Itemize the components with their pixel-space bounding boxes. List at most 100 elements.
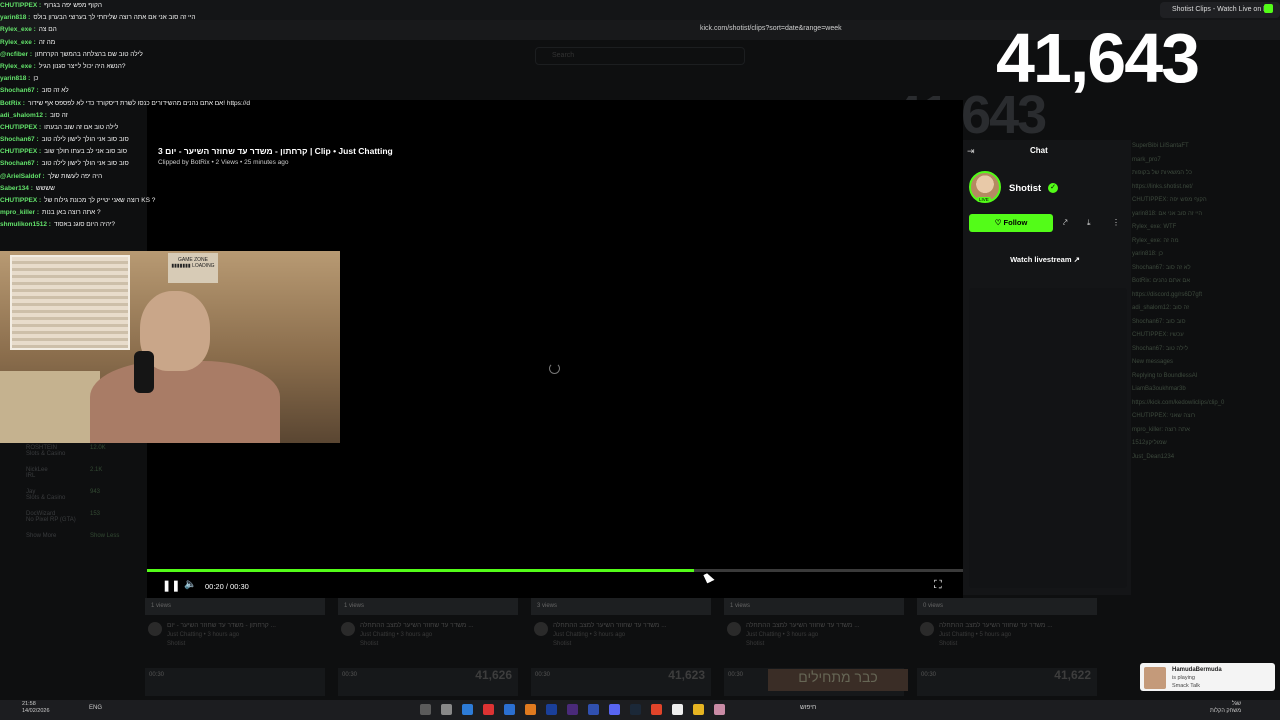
app-icon[interactable] xyxy=(714,704,725,715)
app-icon[interactable] xyxy=(462,704,473,715)
clip-thumbnail[interactable] xyxy=(917,598,1097,615)
address-bar-url[interactable]: kick.com/shotist/clips?sort=date&range=w… xyxy=(700,25,940,32)
chat-username[interactable]: @ncfiber : xyxy=(0,51,32,58)
channel-viewers: 943 xyxy=(90,489,101,495)
clip-thumbnail[interactable] xyxy=(145,598,325,615)
lower-clip-thumbnail[interactable]: 00:30 41,622 xyxy=(917,668,1097,696)
fullscreen-icon[interactable]: ⛶ xyxy=(934,579,948,593)
app-icon[interactable] xyxy=(567,704,578,715)
app-icon[interactable] xyxy=(504,704,515,715)
chat-username[interactable]: CHUTIPPEX : xyxy=(0,197,41,204)
chat-username[interactable]: Shochan67 : xyxy=(0,136,39,143)
background-chat-line: CHUTIPPEX: הקוף מפש יפה xyxy=(1132,197,1207,203)
recommended-channel[interactable]: DocWizard No Pixel RP (GTA) 153 xyxy=(0,511,140,533)
chat-username[interactable]: yarin818 : xyxy=(0,14,30,21)
chat-username[interactable]: Shochan67 : xyxy=(0,87,39,94)
chat-username[interactable]: Saber134 : xyxy=(0,185,33,192)
clip-card-author[interactable]: Shotist xyxy=(746,641,764,647)
app-icon[interactable] xyxy=(672,704,683,715)
chat-username[interactable]: Rylex_exe : xyxy=(0,63,36,70)
clip-card-title[interactable]: קרחתון - משדר עד שחוזר השיער - יום ... xyxy=(167,622,317,629)
chat-username[interactable]: @ArielSaldof : xyxy=(0,173,45,180)
chat-username[interactable]: Shochan67 : xyxy=(0,160,39,167)
chat-text: סוב סוב אני לב בעתו חולך שוב xyxy=(44,148,127,156)
taskbar-clock[interactable]: 21:58 14/02/2026 xyxy=(22,701,50,715)
clip-views: 3 views xyxy=(537,603,558,609)
clip-card-author[interactable]: Shotist xyxy=(939,641,957,647)
taskbar-icons xyxy=(420,702,860,716)
discord-icon[interactable] xyxy=(609,704,620,715)
chat-username[interactable]: shmulikon1512 : xyxy=(0,221,51,228)
recommended-channel[interactable]: NickLee IRL 2.1K xyxy=(0,467,140,489)
pause-icon[interactable]: ❚❚ xyxy=(162,579,180,593)
channel-name: Show More xyxy=(26,533,57,539)
clip-thumbnail[interactable] xyxy=(531,598,711,615)
recommended-channel[interactable]: Jay Slots & Casino 943 xyxy=(0,489,140,511)
channel-viewers: Show Less xyxy=(90,533,120,539)
language-indicator[interactable]: ENG xyxy=(89,705,102,711)
download-icon[interactable]: ⤓ xyxy=(1087,218,1091,228)
clock-date: 14/02/2026 xyxy=(22,708,50,714)
chat-username[interactable]: BotRix : xyxy=(0,100,25,107)
volume-icon[interactable]: 🔈 xyxy=(184,579,198,593)
site-search-input[interactable]: Search xyxy=(535,47,745,65)
follow-button[interactable]: ♡ Follow xyxy=(969,214,1053,232)
chat-username[interactable]: Rylex_exe : xyxy=(0,26,36,33)
clip-card-author[interactable]: Shotist xyxy=(553,641,571,647)
channel-category: IRL xyxy=(26,473,36,479)
app-icon[interactable] xyxy=(546,704,557,715)
app-icon[interactable] xyxy=(420,704,431,715)
background-chat-line: CHUTIPPEX: עכשיו xyxy=(1132,332,1184,338)
share-icon[interactable]: ⤤ xyxy=(1063,218,1068,228)
clip-card-title[interactable]: משדר עד שחוזר השיער למצב ההתחלה ... xyxy=(360,622,510,629)
background-chat-line: mpro_killer: אתה רוצה xyxy=(1132,426,1190,433)
collapse-chat-icon[interactable]: ⇥ xyxy=(967,146,975,157)
clip-card-title[interactable]: משדר עד שחוזר השיער למצב ההתחלה ... xyxy=(939,622,1089,629)
recommended-channel[interactable]: Show More Show Less xyxy=(0,533,140,555)
chat-text: לילה טוב אם זה שוב הבעתו xyxy=(44,123,119,131)
progress-fill xyxy=(147,569,694,572)
clip-duration: 00:30 xyxy=(921,672,937,678)
folder-icon[interactable] xyxy=(693,704,704,715)
background-chat-line: mark_pro7 xyxy=(1132,156,1161,163)
streamer-name[interactable]: Shotist xyxy=(1009,183,1041,194)
clip-card-title[interactable]: משדר עד שחוזר השיער למצב ההתחלה ... xyxy=(553,622,703,629)
lower-clip-thumbnail[interactable]: 00:30 41,623 xyxy=(531,668,711,696)
thumbnail-viewer-count: 41,623 xyxy=(668,668,705,682)
chat-username[interactable]: yarin818 : xyxy=(0,75,30,82)
side-panel-body xyxy=(969,288,1127,588)
taskbar-search[interactable]: חיפוש xyxy=(800,704,816,711)
more-options-icon[interactable]: ⋮ xyxy=(1112,218,1120,227)
thumbnail-viewer-count: 41,622 xyxy=(1054,668,1091,682)
clip-duration: 00:30 xyxy=(535,672,551,678)
clip-card-title[interactable]: משדר עד שחוזר השיער למצב ההתחלה ... xyxy=(746,622,896,629)
clip-thumbnail[interactable] xyxy=(338,598,518,615)
chat-username[interactable]: adi_shalom12 : xyxy=(0,112,47,119)
app-icon[interactable] xyxy=(441,704,452,715)
chat-username[interactable]: Rylex_exe : xyxy=(0,39,36,46)
brave-icon[interactable] xyxy=(651,704,662,715)
clip-thumbnail[interactable] xyxy=(724,598,904,615)
lower-clip-thumbnail[interactable]: 00:30 xyxy=(145,668,325,696)
chat-username[interactable]: CHUTIPPEX : xyxy=(0,2,41,9)
recommended-channel[interactable]: ROSHTEIN Slots & Casino 12.0K xyxy=(0,445,140,467)
background-chat-line: BotRix: אם אתם נהנים xyxy=(1132,278,1191,284)
app-icon[interactable] xyxy=(483,704,494,715)
chat-username[interactable]: mpro_killer : xyxy=(0,209,39,216)
chat-message: Rylex_exe : הם צה xyxy=(0,24,250,36)
channel-category: No Pixel RP (GTA) xyxy=(26,517,76,523)
watch-livestream-button[interactable]: Watch livestream ↗ xyxy=(969,251,1121,269)
steam-icon[interactable] xyxy=(630,704,641,715)
toast-line3: Smack Talk xyxy=(1172,683,1201,689)
chat-username[interactable]: CHUTIPPEX : xyxy=(0,148,41,155)
lower-clip-thumbnail[interactable]: 00:30 41,626 xyxy=(338,668,518,696)
background-chat-line: https://discord.gg/rs6D7gft xyxy=(1132,291,1203,298)
background-chat-line: כל המשאיות של בקופות xyxy=(1132,170,1192,176)
app-icon[interactable] xyxy=(525,704,536,715)
browser-tab[interactable]: Shotist Clips - Watch Live on Kic xyxy=(1160,2,1280,18)
clip-avatar xyxy=(727,622,741,636)
clip-card-author[interactable]: Shotist xyxy=(167,641,185,647)
clip-card-author[interactable]: Shotist xyxy=(360,641,378,647)
chat-username[interactable]: CHUTIPPEX : xyxy=(0,124,41,131)
app-icon[interactable] xyxy=(588,704,599,715)
